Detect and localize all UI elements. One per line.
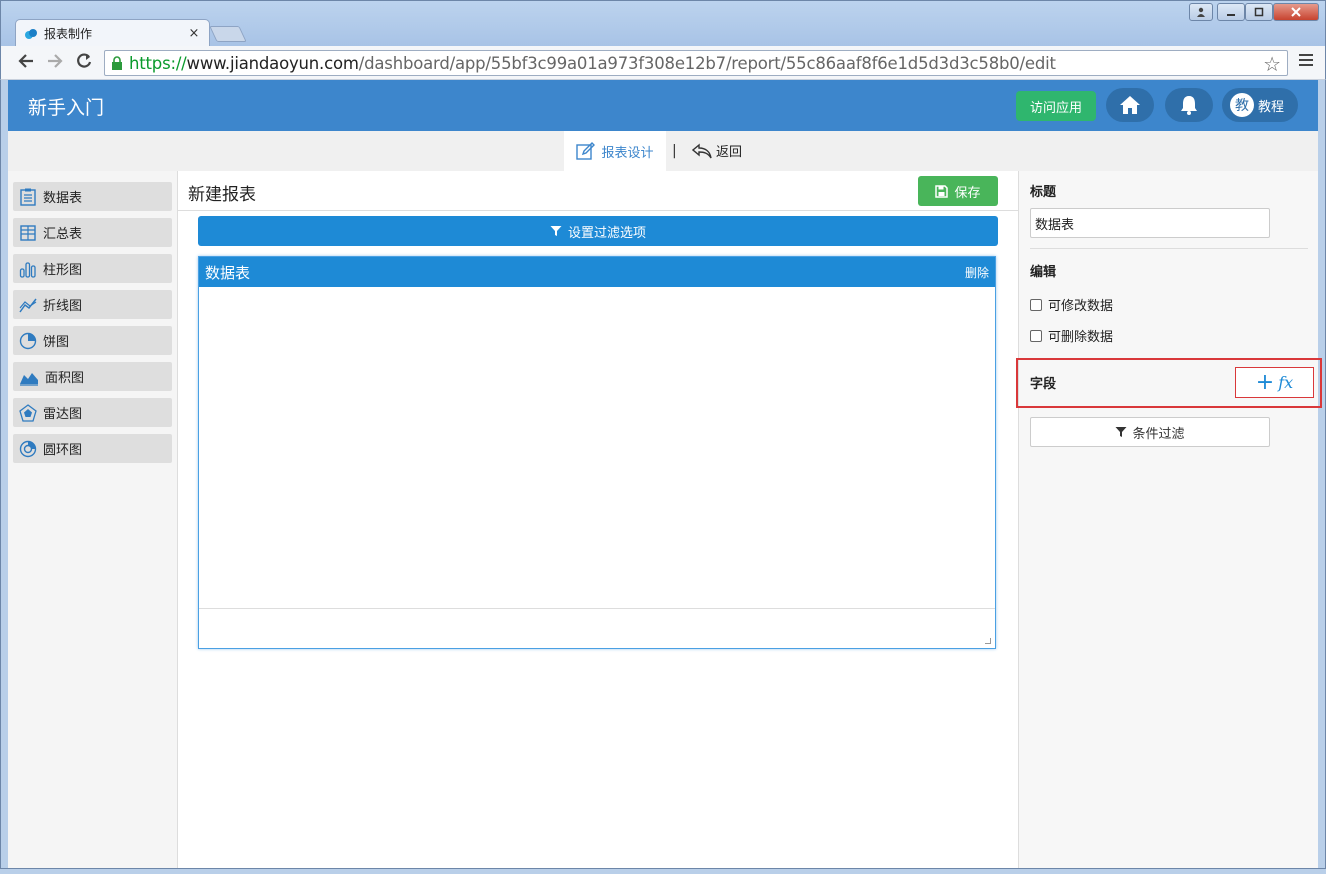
add-field-button[interactable]: + fx <box>1235 367 1314 398</box>
report-canvas: 新建报表 保存 设置过滤选项 数据表 删除 <box>178 171 1018 868</box>
widget-title: 数据表 <box>205 263 251 282</box>
divider <box>178 210 1018 211</box>
app-header: 新手入门 访问应用 教 教程 <box>8 80 1318 131</box>
back-arrow-icon[interactable] <box>15 52 37 74</box>
widget-delete-button[interactable]: 删除 <box>965 264 989 281</box>
chart-type-bar[interactable]: 柱形图 <box>13 254 172 283</box>
notification-button[interactable] <box>1165 88 1213 122</box>
tab-title: 报表制作 <box>44 27 93 41</box>
app-title: 新手入门 <box>28 97 105 119</box>
edit-label: 编辑 <box>1030 265 1057 280</box>
chart-type-label: 雷达图 <box>43 407 83 422</box>
chart-type-label: 圆环图 <box>43 443 83 458</box>
lock-icon <box>112 56 122 70</box>
radar-chart-icon <box>19 403 37 422</box>
bookmark-star-icon[interactable]: ☆ <box>1263 52 1281 76</box>
reload-icon[interactable] <box>73 52 95 74</box>
window-border-bottom <box>0 868 1326 874</box>
tutorial-badge: 教 <box>1230 93 1254 117</box>
pie-chart-icon <box>19 332 37 349</box>
address-bar[interactable]: https://www.jiandaoyun.com/dashboard/app… <box>104 50 1288 76</box>
checkbox-icon[interactable] <box>1030 298 1042 311</box>
home-button[interactable] <box>1106 88 1154 122</box>
condition-filter-button[interactable]: 条件过滤 <box>1030 417 1270 447</box>
can-edit-label: 可修改数据 <box>1048 299 1114 314</box>
floppy-disk-icon <box>935 184 949 198</box>
area-chart-icon <box>20 372 38 386</box>
url-text: https://www.jiandaoyun.com/dashboard/app… <box>129 53 1056 73</box>
chart-type-label: 汇总表 <box>43 227 83 242</box>
browser-toolbar: https://www.jiandaoyun.com/dashboard/app… <box>0 46 1326 80</box>
formula-fx-icon: fx <box>1278 373 1294 392</box>
condition-filter-label: 条件过滤 <box>1132 426 1185 442</box>
filter-bar-label: 设置过滤选项 <box>567 225 646 241</box>
table-icon <box>20 188 36 206</box>
browser-tab[interactable]: 报表制作 × <box>15 19 210 47</box>
save-button[interactable]: 保存 <box>918 176 998 206</box>
chart-type-pie[interactable]: 饼图 <box>13 326 172 355</box>
visit-app-button[interactable]: 访问应用 <box>1016 91 1096 121</box>
tutorial-label: 教程 <box>1258 99 1285 115</box>
chart-type-summary[interactable]: 汇总表 <box>13 218 172 247</box>
save-label: 保存 <box>954 185 981 201</box>
user-profile-icon[interactable] <box>1189 3 1213 21</box>
chart-type-donut[interactable]: 圆环图 <box>13 434 172 463</box>
chart-type-label: 折线图 <box>43 299 83 314</box>
plus-icon: + <box>1255 369 1275 395</box>
title-label: 标题 <box>1030 185 1057 200</box>
jiandaoyun-logo-icon <box>25 28 37 39</box>
window-border-left <box>0 80 8 870</box>
can-edit-checkbox[interactable]: 可修改数据 <box>1030 295 1113 314</box>
funnel-icon <box>1115 427 1127 437</box>
divider <box>1030 248 1308 249</box>
new-tab-button[interactable] <box>209 26 247 42</box>
browser-titlebar: 报表制作 × <box>0 0 1326 47</box>
forward-arrow-icon[interactable] <box>44 52 66 74</box>
minimize-icon[interactable] <box>1217 3 1245 21</box>
fields-label: 字段 <box>1030 377 1057 392</box>
widget-header: 数据表 删除 <box>199 257 995 287</box>
chart-type-label: 饼图 <box>43 335 70 350</box>
donut-chart-icon <box>19 440 37 457</box>
window-close-icon[interactable] <box>1273 3 1319 21</box>
bar-chart-icon <box>19 261 36 278</box>
chart-type-label: 数据表 <box>43 191 83 206</box>
title-input[interactable] <box>1030 208 1270 238</box>
home-icon <box>1120 96 1140 114</box>
line-chart-icon <box>19 298 37 312</box>
back-button[interactable]: 返回 <box>692 141 742 160</box>
tab-report-design-label: 报表设计 <box>601 145 654 161</box>
checkbox-icon[interactable] <box>1030 329 1042 342</box>
sub-navigation: 报表设计 | 返回 <box>8 131 1318 171</box>
summary-table-icon <box>20 224 36 241</box>
data-table-widget[interactable]: 数据表 删除 <box>198 256 996 649</box>
widget-footer <box>199 608 995 648</box>
chart-type-line[interactable]: 折线图 <box>13 290 172 319</box>
report-title[interactable]: 新建报表 <box>188 180 256 205</box>
bell-icon <box>1181 96 1197 115</box>
chart-type-area[interactable]: 面积图 <box>13 362 172 391</box>
chart-type-table[interactable]: 数据表 <box>13 182 172 211</box>
undo-arrow-icon <box>692 143 712 158</box>
can-delete-label: 可删除数据 <box>1048 330 1114 345</box>
subnav-separator: | <box>672 143 677 159</box>
tab-report-design[interactable]: 报表设计 <box>564 131 666 171</box>
chart-type-label: 面积图 <box>45 371 85 386</box>
funnel-icon <box>550 226 562 236</box>
chart-type-panel: 数据表 汇总表 柱形图 折线图 饼图 面积图 雷达图 圆环图 <box>8 171 178 868</box>
edit-icon <box>576 142 596 160</box>
window-border-right <box>1318 80 1326 870</box>
back-label: 返回 <box>716 145 743 160</box>
can-delete-checkbox[interactable]: 可删除数据 <box>1030 326 1113 345</box>
resize-handle-icon[interactable] <box>985 638 991 644</box>
chart-type-label: 柱形图 <box>43 263 83 278</box>
maximize-icon[interactable] <box>1245 3 1273 21</box>
chart-type-radar[interactable]: 雷达图 <box>13 398 172 427</box>
browser-menu-icon[interactable] <box>1299 54 1313 69</box>
properties-panel: 标题 编辑 可修改数据 可删除数据 字段 + fx 条件过滤 <box>1016 171 1322 868</box>
tutorial-button[interactable]: 教 教程 <box>1222 88 1298 122</box>
set-filter-options-button[interactable]: 设置过滤选项 <box>198 216 998 246</box>
tab-close-icon[interactable]: × <box>187 26 201 41</box>
